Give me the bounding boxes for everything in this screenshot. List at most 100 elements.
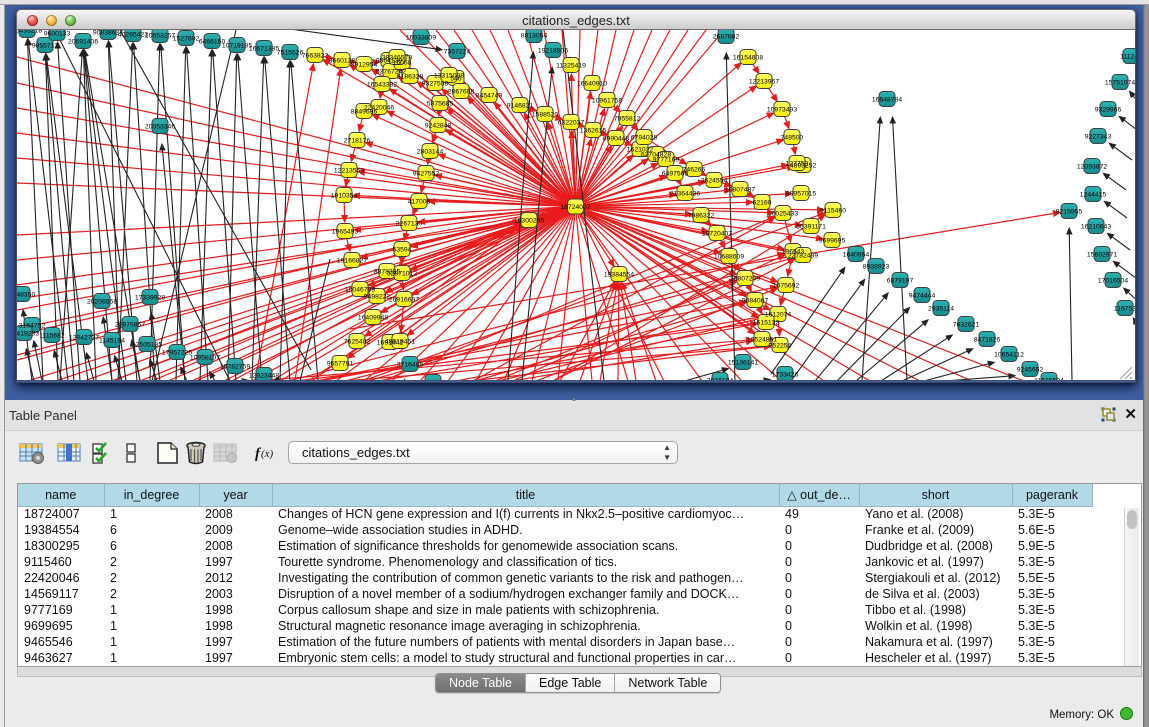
svg-text:7663822: 7663822 bbox=[302, 52, 329, 59]
svg-text:1588520: 1588520 bbox=[532, 111, 559, 118]
svg-text:8990448: 8990448 bbox=[603, 135, 630, 142]
svg-text:7625402: 7625402 bbox=[344, 338, 371, 345]
svg-text:38346578: 38346578 bbox=[382, 54, 412, 61]
svg-text:10654112: 10654112 bbox=[994, 351, 1024, 358]
svg-text:10719185: 10719185 bbox=[222, 42, 252, 49]
svg-text:19384554: 19384554 bbox=[604, 271, 634, 278]
svg-text:15136141: 15136141 bbox=[728, 359, 758, 366]
svg-text:7632621: 7632621 bbox=[953, 321, 980, 328]
svg-text:10688609: 10688609 bbox=[714, 253, 744, 260]
svg-text:12213967: 12213967 bbox=[749, 78, 779, 85]
svg-text:1115682: 1115682 bbox=[39, 332, 65, 339]
svg-text:9084067: 9084067 bbox=[742, 297, 769, 304]
svg-text:10807487: 10807487 bbox=[725, 186, 755, 193]
svg-text:746266: 746266 bbox=[683, 166, 706, 173]
svg-text:1075692: 1075692 bbox=[773, 282, 800, 289]
svg-text:12505135: 12505135 bbox=[132, 341, 162, 348]
svg-text:10046708: 10046708 bbox=[345, 286, 375, 293]
svg-text:7816184: 7816184 bbox=[707, 377, 734, 381]
svg-text:16543382: 16543382 bbox=[367, 81, 397, 88]
svg-text:8186328: 8186328 bbox=[397, 73, 424, 80]
svg-text:15692971: 15692971 bbox=[1087, 251, 1117, 258]
svg-text:18300295: 18300295 bbox=[514, 217, 544, 224]
svg-text:1733426: 1733426 bbox=[772, 371, 799, 378]
svg-text:10025433: 10025433 bbox=[768, 210, 798, 217]
svg-text:16640910: 16640910 bbox=[577, 80, 607, 87]
svg-text:2935114: 2935114 bbox=[928, 305, 954, 312]
svg-text:10961758: 10961758 bbox=[592, 97, 622, 104]
svg-text:53419283: 53419283 bbox=[17, 330, 39, 337]
svg-text:748500: 748500 bbox=[781, 134, 804, 141]
svg-text:2867608: 2867608 bbox=[448, 88, 475, 95]
svg-text:1615132: 1615132 bbox=[753, 319, 780, 326]
svg-text:19166827: 19166827 bbox=[337, 257, 367, 264]
svg-text:111243: 111243 bbox=[1120, 53, 1135, 60]
svg-text:10653267: 10653267 bbox=[145, 32, 175, 39]
svg-text:9498222: 9498222 bbox=[364, 293, 391, 300]
svg-text:252254: 252254 bbox=[769, 342, 792, 349]
svg-text:10958107: 10958107 bbox=[190, 354, 220, 361]
svg-text:26916697: 26916697 bbox=[389, 296, 419, 303]
svg-text:9115460: 9115460 bbox=[820, 207, 846, 214]
svg-text:12923448: 12923448 bbox=[249, 372, 279, 379]
svg-text:9327508: 9327508 bbox=[422, 80, 449, 87]
svg-text:20053346: 20053346 bbox=[145, 123, 175, 130]
svg-text:3164752: 3164752 bbox=[19, 322, 46, 329]
svg-text:10433218: 10433218 bbox=[17, 30, 42, 34]
svg-text:16524861: 16524861 bbox=[747, 336, 777, 343]
svg-text:1965493: 1965493 bbox=[332, 228, 359, 235]
svg-text:7357224: 7357224 bbox=[444, 48, 471, 55]
svg-text:1244415: 1244415 bbox=[1080, 191, 1107, 198]
svg-text:9474444: 9474444 bbox=[909, 292, 936, 299]
svg-text:5875685: 5875685 bbox=[427, 100, 454, 107]
svg-text:2803144: 2803144 bbox=[417, 148, 444, 155]
svg-text:8454749: 8454749 bbox=[476, 92, 503, 99]
svg-text:16648784: 16648784 bbox=[872, 96, 902, 103]
svg-text:9699695: 9699695 bbox=[819, 237, 846, 244]
svg-text:16409948: 16409948 bbox=[358, 314, 388, 321]
svg-text:12213569: 12213569 bbox=[334, 167, 364, 174]
svg-text:9242848: 9242848 bbox=[425, 122, 452, 129]
svg-text:8912954: 8912954 bbox=[351, 61, 378, 68]
svg-text:7986322: 7986322 bbox=[688, 212, 715, 219]
svg-text:32871012: 32871012 bbox=[387, 270, 417, 277]
svg-text:12942737: 12942737 bbox=[69, 334, 99, 341]
svg-text:1640954: 1640954 bbox=[843, 251, 870, 258]
svg-text:16671385: 16671385 bbox=[249, 45, 279, 52]
svg-text:17016504: 17016504 bbox=[1098, 277, 1128, 284]
svg-text:1612074: 1612074 bbox=[765, 311, 792, 318]
svg-text:16782759: 16782759 bbox=[220, 363, 250, 370]
svg-text:30391171: 30391171 bbox=[796, 223, 826, 230]
svg-text:8813054: 8813054 bbox=[521, 32, 548, 39]
svg-text:17957225: 17957225 bbox=[162, 349, 192, 356]
svg-text:48018451: 48018451 bbox=[385, 338, 415, 345]
svg-text:19218506: 19218506 bbox=[538, 47, 568, 54]
svg-text:3267130: 3267130 bbox=[396, 220, 423, 227]
svg-text:9055712: 9055712 bbox=[32, 42, 59, 49]
svg-text:8471826: 8471826 bbox=[974, 336, 1001, 343]
svg-text:9329966: 9329966 bbox=[1095, 106, 1122, 113]
svg-text:11325419: 11325419 bbox=[556, 62, 586, 69]
svg-text:(x): (x) bbox=[261, 448, 274, 460]
svg-text:17339928: 17339928 bbox=[135, 294, 165, 301]
svg-text:95931034: 95931034 bbox=[418, 379, 448, 381]
svg-text:16033809: 16033809 bbox=[406, 34, 436, 41]
svg-text:53594: 53594 bbox=[393, 246, 412, 253]
svg-text:80957015: 80957015 bbox=[786, 190, 816, 197]
svg-text:20975867: 20975867 bbox=[115, 321, 145, 328]
svg-text:9146821: 9146821 bbox=[507, 102, 534, 109]
svg-text:21364436: 21364436 bbox=[670, 190, 700, 197]
svg-text:13315098: 13315098 bbox=[434, 72, 464, 79]
svg-text:18724007: 18724007 bbox=[560, 204, 590, 211]
svg-text:18807249: 18807249 bbox=[730, 275, 760, 282]
svg-text:7515526: 7515526 bbox=[277, 49, 304, 56]
svg-text:127753: 127753 bbox=[786, 160, 809, 167]
svg-text:9600133: 9600133 bbox=[44, 30, 71, 37]
svg-text:22782489: 22782489 bbox=[788, 252, 818, 259]
svg-text:6794028: 6794028 bbox=[631, 134, 658, 141]
svg-text:9245652: 9245652 bbox=[1017, 366, 1044, 373]
svg-text:40265423: 40265423 bbox=[118, 31, 148, 38]
svg-text:8849696: 8849696 bbox=[351, 108, 378, 115]
svg-text:8938923: 8938923 bbox=[863, 263, 890, 270]
svg-text:417006: 417006 bbox=[408, 198, 431, 205]
